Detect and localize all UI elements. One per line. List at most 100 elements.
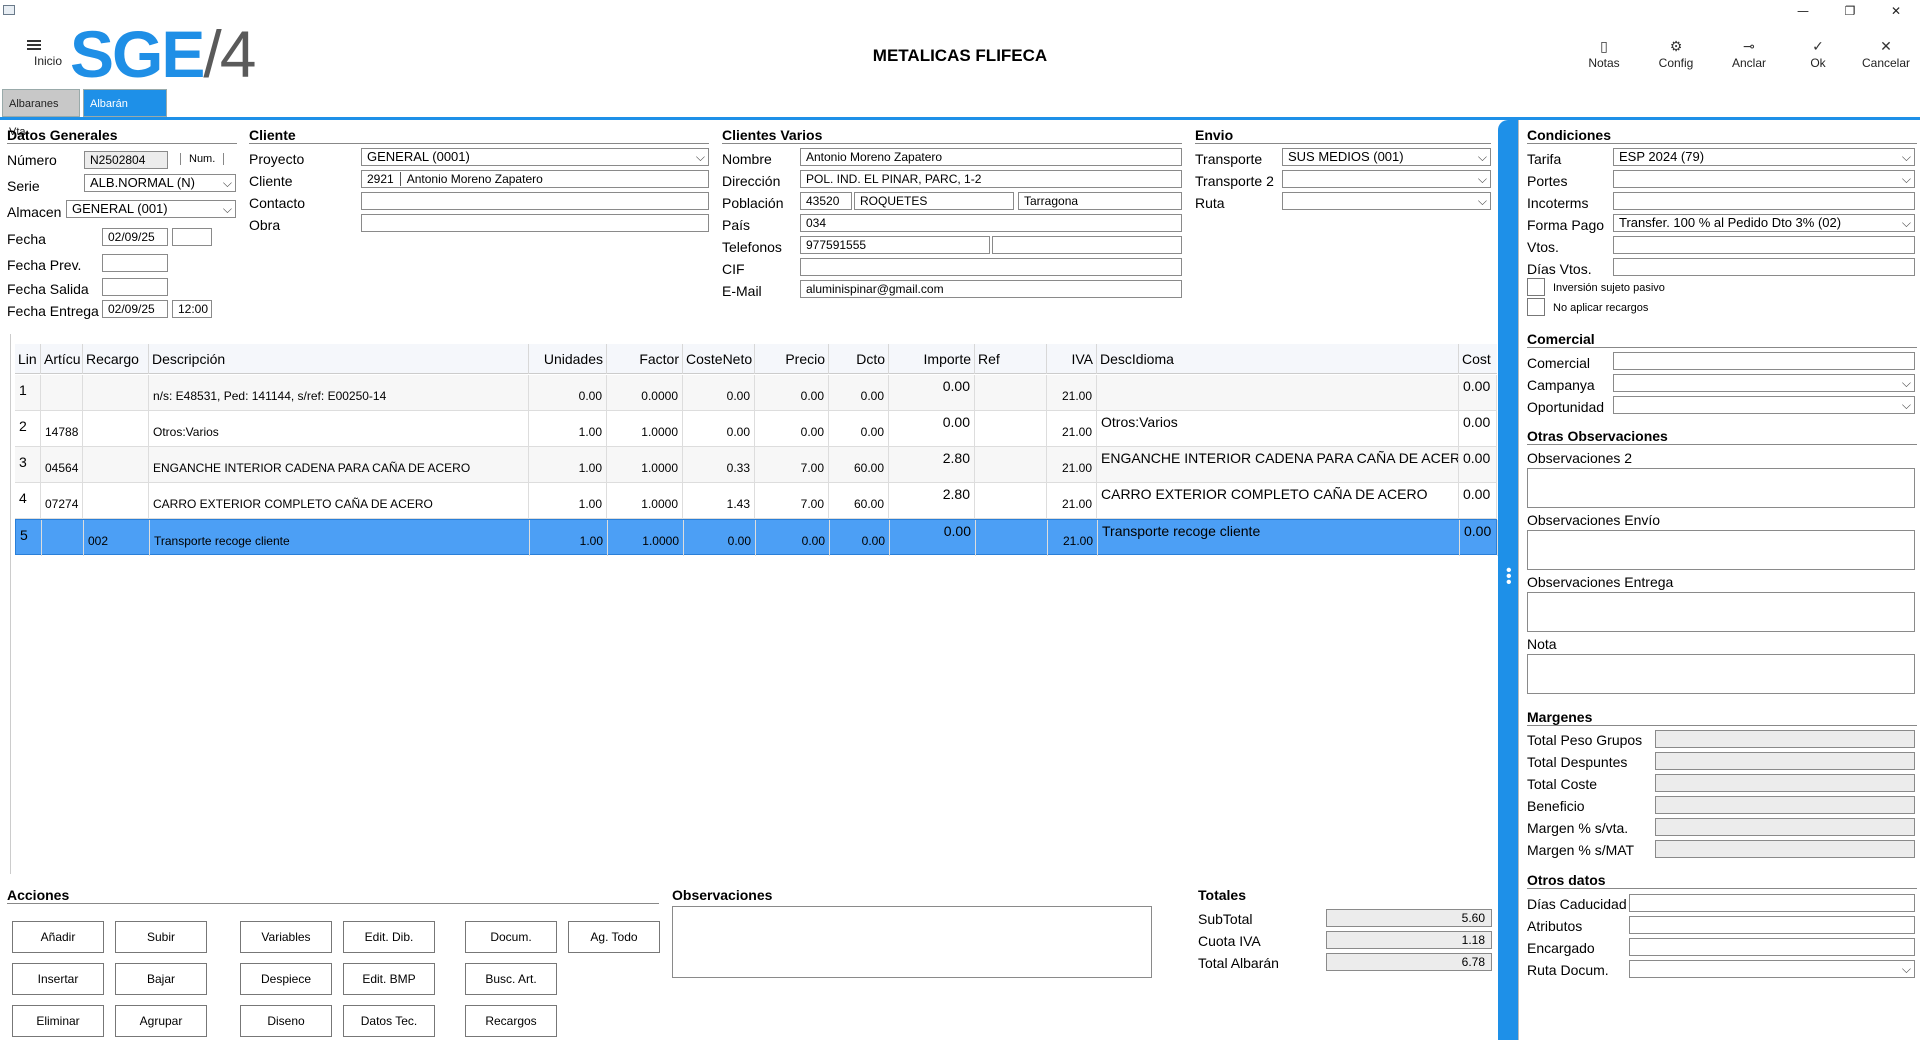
oportunidad-select[interactable]: ⌵ — [1613, 396, 1915, 414]
inversion-checkbox[interactable] — [1527, 278, 1545, 296]
config-button[interactable]: ⚙ Config — [1646, 38, 1706, 70]
table-row[interactable]: 2 14788 Otros:Varios 1.00 1.0000 0.00 0.00 0.00… — [15, 411, 1497, 447]
edit-bmp-button[interactable]: Edit. BMP — [343, 963, 435, 995]
cell-cost[interactable]: 0.00 — [1460, 520, 1498, 556]
cell-precio[interactable]: 0.00 — [755, 375, 829, 411]
cell-dcto[interactable]: 0.00 — [829, 375, 889, 411]
cell-importe[interactable]: 0.00 — [889, 411, 975, 447]
cell-lin[interactable]: 1 — [15, 375, 41, 411]
col-cost[interactable]: Cost — [1459, 344, 1497, 374]
agrupar-button[interactable]: Agrupar — [115, 1005, 207, 1037]
col-descripcion[interactable]: Descripción — [149, 344, 529, 374]
cell-unidades[interactable]: 1.00 — [529, 411, 607, 447]
cell-importe[interactable]: 0.00 — [889, 375, 975, 411]
cell-ref[interactable] — [975, 411, 1047, 447]
col-articulo[interactable]: Artícu — [41, 344, 83, 374]
cell-dcto[interactable]: 0.00 — [829, 411, 889, 447]
col-dcto[interactable]: Dcto — [829, 344, 889, 374]
cell-costeneto[interactable]: 0.00 — [684, 520, 756, 556]
cell-iva[interactable]: 21.00 — [1047, 447, 1097, 483]
proyecto-select[interactable]: GENERAL (0001) ⌵ — [361, 148, 709, 166]
campanya-select[interactable]: ⌵ — [1613, 374, 1915, 392]
eliminar-button[interactable]: Eliminar — [12, 1005, 104, 1037]
cell-ref[interactable] — [976, 520, 1048, 556]
obs2-textarea[interactable] — [1527, 468, 1915, 508]
cell-lin[interactable]: 4 — [15, 483, 41, 519]
panel-splitter[interactable]: • • • — [1498, 120, 1518, 1040]
hora-entrega-field[interactable]: 12:00 — [172, 300, 212, 318]
cell-factor[interactable]: 1.0000 — [607, 483, 683, 519]
edit-dib-button[interactable]: Edit. Dib. — [343, 921, 435, 953]
cell-precio[interactable]: 0.00 — [755, 411, 829, 447]
cell-articulo[interactable] — [41, 375, 83, 411]
cell-articulo[interactable]: 14788 — [41, 411, 83, 447]
cliente-field[interactable]: 2921 Antonio Moreno Zapatero — [361, 170, 709, 188]
minimize-icon[interactable]: — — [1790, 2, 1816, 20]
serie-select[interactable]: ALB.NORMAL (N) ⌵ — [84, 174, 236, 192]
portes-select[interactable]: ⌵ — [1613, 170, 1915, 188]
cell-unidades[interactable]: 1.00 — [530, 520, 608, 556]
cell-dcto[interactable]: 60.00 — [829, 483, 889, 519]
anclar-button[interactable]: ⊸ Anclar — [1719, 38, 1779, 70]
cell-iva[interactable]: 21.00 — [1047, 411, 1097, 447]
variables-button[interactable]: Variables — [240, 921, 332, 953]
fecha-entrega-field[interactable]: 02/09/25 — [102, 300, 168, 318]
nombre-field[interactable]: Antonio Moreno Zapatero — [800, 148, 1182, 166]
col-recargo[interactable]: Recargo — [83, 344, 149, 374]
cell-unidades[interactable]: 1.00 — [529, 483, 607, 519]
ruta-docum-select[interactable]: ⌵ — [1629, 960, 1915, 978]
tab-albaran-137396[interactable]: Albarán 137396 — [83, 89, 167, 138]
notas-button[interactable]: ▯ Notas — [1574, 38, 1634, 70]
col-importe[interactable]: Importe — [889, 344, 975, 374]
nota-textarea[interactable] — [1527, 654, 1915, 694]
col-precio[interactable]: Precio — [755, 344, 829, 374]
no-aplicar-checkbox[interactable] — [1527, 298, 1545, 316]
fecha-prev-field[interactable] — [102, 254, 168, 272]
cell-precio[interactable]: 7.00 — [755, 447, 829, 483]
dias-vtos-field[interactable] — [1613, 258, 1915, 276]
table-row[interactable]: 1 n/s: E48531, Ped: 141144, s/ref: E00250… — [15, 375, 1497, 411]
cell-costeneto[interactable]: 1.43 — [683, 483, 755, 519]
email-field[interactable]: aluminispinar@gmail.com — [800, 280, 1182, 298]
cell-costeneto[interactable]: 0.00 — [683, 375, 755, 411]
telefono2-field[interactable] — [992, 236, 1182, 254]
cell-ref[interactable] — [975, 483, 1047, 519]
busc-art-button[interactable]: Busc. Art. — [465, 963, 557, 995]
cell-cost[interactable]: 0.00 — [1459, 375, 1497, 411]
cell-descripcion[interactable]: n/s: E48531, Ped: 141144, s/ref: E00250-… — [149, 375, 529, 411]
transporte-select[interactable]: SUS MEDIOS (001) ⌵ — [1282, 148, 1491, 166]
cell-iva[interactable]: 21.00 — [1048, 520, 1098, 556]
cell-descidioma[interactable]: ENGANCHE INTERIOR CADENA PARA CAÑA DE AC… — [1097, 447, 1459, 483]
table-row[interactable]: 5 002 Transporte recoge cliente 1.00 1.0000 0… — [15, 519, 1498, 556]
docum-button[interactable]: Docum. — [465, 921, 557, 953]
telefono-field[interactable]: 977591555 — [800, 236, 990, 254]
numero-field[interactable]: N2502804 — [84, 151, 168, 169]
cell-lin[interactable]: 2 — [15, 411, 41, 447]
cell-costeneto[interactable]: 0.00 — [683, 411, 755, 447]
cp-field[interactable]: 43520 — [800, 192, 852, 210]
cell-recargo[interactable] — [83, 411, 149, 447]
cell-factor[interactable]: 1.0000 — [608, 520, 684, 556]
cell-cost[interactable]: 0.00 — [1459, 483, 1497, 519]
cell-descripcion[interactable]: Otros:Varios — [149, 411, 529, 447]
obs-entrega-textarea[interactable] — [1527, 592, 1915, 632]
tarifa-select[interactable]: ESP 2024 (79) ⌵ — [1613, 148, 1915, 166]
cell-articulo[interactable]: 07274 — [41, 483, 83, 519]
cancelar-button[interactable]: ✕ Cancelar — [1856, 38, 1916, 70]
encargado-field[interactable] — [1629, 938, 1915, 956]
cell-descidioma[interactable]: Transporte recoge cliente — [1098, 520, 1460, 556]
cell-unidades[interactable]: 1.00 — [529, 447, 607, 483]
cell-importe[interactable]: 0.00 — [890, 520, 976, 556]
fecha-extra-field[interactable] — [172, 228, 212, 246]
close-icon[interactable]: ✕ — [1883, 2, 1909, 20]
cell-descidioma[interactable] — [1097, 375, 1459, 411]
restore-icon[interactable]: ❐ — [1837, 2, 1863, 20]
insertar-button[interactable]: Insertar — [12, 963, 104, 995]
cell-importe[interactable]: 2.80 — [889, 483, 975, 519]
despiece-button[interactable]: Despiece — [240, 963, 332, 995]
cell-cost[interactable]: 0.00 — [1459, 411, 1497, 447]
provincia-field[interactable]: Tarragona — [1018, 192, 1182, 210]
cell-articulo[interactable] — [42, 520, 84, 556]
contacto-field[interactable] — [361, 192, 709, 210]
cell-dcto[interactable]: 0.00 — [830, 520, 890, 556]
